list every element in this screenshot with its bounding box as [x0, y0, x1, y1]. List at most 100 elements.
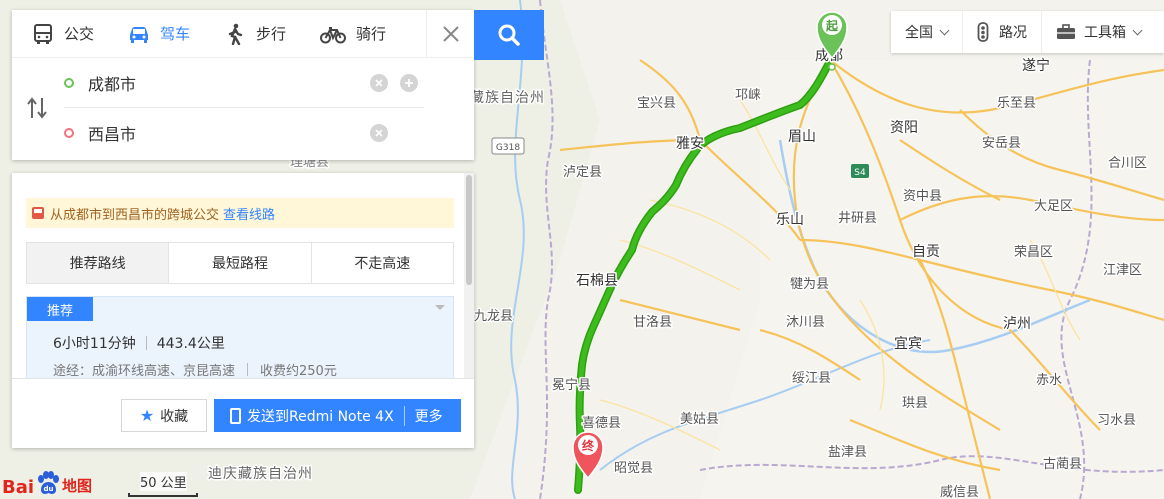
- map-scale: 50 公里: [128, 472, 198, 498]
- traffic-light-icon: [977, 22, 989, 42]
- tab-walk[interactable]: 步行: [204, 10, 300, 58]
- end-input[interactable]: [88, 123, 358, 143]
- more-button[interactable]: 更多: [415, 406, 443, 426]
- end-marker-label: 终: [582, 438, 595, 453]
- start-marker-label: 起: [825, 18, 839, 33]
- map-label-qionglai: 邛崃: [735, 88, 761, 103]
- bike-icon: [320, 26, 347, 43]
- clear-icon: [375, 129, 383, 137]
- add-waypoint-button[interactable]: [400, 73, 418, 92]
- result-scrollbar[interactable]: [464, 173, 474, 378]
- map-label-xide: 喜德县: [582, 416, 621, 431]
- map-label-lezhi: 乐至县: [997, 96, 1036, 111]
- map-label-anyue: 安岳县: [982, 136, 1021, 151]
- region-label: 全国: [905, 25, 933, 41]
- map-label-leshan: 乐山: [776, 212, 804, 228]
- star-icon: ★: [139, 406, 155, 425]
- tab-shortest[interactable]: 最短路程: [169, 243, 312, 283]
- start-dot-icon: [64, 77, 74, 88]
- road-shield-g318: G318: [496, 143, 520, 153]
- map-label-suijiang: 绥江县: [792, 371, 831, 386]
- map-label-weixin: 威信县: [940, 485, 979, 499]
- road-shield-s4: S4: [854, 168, 866, 178]
- map-label-mianning: 冕宁县: [552, 377, 591, 393]
- bus-badge-icon: [32, 207, 44, 219]
- map-label-gongxian: 珙县: [902, 396, 928, 411]
- paw-icon: du: [38, 471, 60, 494]
- map-label-dazu: 大足区: [1034, 199, 1073, 214]
- clear-icon: [375, 78, 383, 87]
- traffic-label: 路况: [999, 25, 1027, 41]
- plan-toll: 收费约250元: [260, 364, 337, 379]
- close-icon: [442, 26, 459, 42]
- favorite-label: 收藏: [160, 408, 189, 425]
- scale-bar: [128, 493, 198, 497]
- map-label-baoxing: 宝兴县: [637, 96, 676, 111]
- baidu-map-logo[interactable]: Bai du 地图: [2, 462, 92, 498]
- bus-icon: [34, 23, 52, 44]
- end-dot-icon: [64, 128, 74, 138]
- plan-via: 途经：成渝环线高速、京昆高速: [53, 364, 236, 379]
- tab-drive-label: 驾车: [160, 25, 191, 43]
- map-label-yibin: 宜宾: [894, 336, 922, 352]
- tab-drive[interactable]: 驾车: [108, 10, 204, 58]
- mode-tabs: 公交 驾车 步行 骑行: [12, 10, 474, 58]
- phone-icon: [230, 407, 241, 424]
- tab-recommended[interactable]: 推荐路线: [27, 243, 170, 283]
- route-preference-tabs: 推荐路线 最短路程 不走高速: [26, 242, 454, 284]
- map-label-ziyang: 资阳: [890, 120, 918, 136]
- start-row: [64, 58, 424, 108]
- clear-start-button[interactable]: [370, 73, 388, 92]
- scale-label: 50 公里: [140, 472, 187, 491]
- map-label-jiangjin: 江津区: [1103, 263, 1142, 278]
- svg-text:du: du: [44, 485, 54, 493]
- tab-bus[interactable]: 公交: [12, 10, 108, 58]
- tab-no-highway[interactable]: 不走高速: [312, 243, 453, 283]
- tab-bike[interactable]: 骑行: [300, 10, 400, 58]
- plus-icon: [405, 78, 413, 87]
- traffic-toggle[interactable]: 路况: [963, 11, 1042, 53]
- map-label-chishui: 赤水: [1036, 373, 1062, 388]
- view-bus-lines-link[interactable]: 查看线路: [223, 204, 275, 223]
- map-label-luding: 泸定县: [563, 165, 602, 180]
- plan-distance: 443.4公里: [156, 336, 225, 352]
- search-button[interactable]: [474, 10, 544, 60]
- map-label-yanjin: 盐津县: [828, 445, 867, 460]
- map-label-shimian: 石棉县: [576, 272, 618, 289]
- map-label-meishan: 眉山: [788, 129, 816, 145]
- swap-icon[interactable]: [26, 96, 48, 120]
- toolbox-menu[interactable]: 工具箱: [1042, 11, 1155, 53]
- route-panel: 公交 驾车 步行 骑行: [12, 10, 474, 160]
- notice-text: 从成都市到西昌市的跨城公交: [50, 207, 220, 223]
- send-to-phone-button[interactable]: 发送到Redmi Note 4X 更多: [214, 399, 461, 432]
- start-input[interactable]: [88, 73, 358, 92]
- route-plan-card[interactable]: 推荐 6小时11分钟 443.4公里 途经：成渝环线高速、京昆高速 收费约250…: [26, 296, 454, 386]
- search-icon: [498, 24, 520, 46]
- map-label-hechuan: 合川区: [1108, 156, 1147, 171]
- map-label-suining: 遂宁: [1022, 57, 1050, 74]
- map-label-jiulong: 九龙县: [474, 309, 513, 324]
- details-separator: [247, 363, 249, 376]
- expand-caret-icon[interactable]: [435, 305, 445, 310]
- region-selector[interactable]: 全国: [891, 11, 963, 53]
- map-label-tibetan-north: 藏族自治州: [470, 90, 545, 106]
- summary-separator: [145, 336, 147, 350]
- recommended-badge: 推荐: [27, 297, 93, 321]
- map-label-ganluo: 甘洛县: [633, 315, 672, 330]
- scrollbar-thumb[interactable]: [466, 175, 472, 285]
- action-bar: ★ 收藏 发送到Redmi Note 4X 更多: [12, 378, 474, 448]
- map-label-rongchang: 荣昌区: [1014, 245, 1053, 260]
- map-label-xishui: 习水县: [1097, 413, 1136, 428]
- tab-bike-label: 骑行: [356, 25, 387, 43]
- chevron-down-icon: [939, 25, 950, 35]
- map-label-zigong: 自贡: [912, 244, 940, 260]
- favorite-button[interactable]: ★ 收藏: [121, 399, 207, 432]
- plan-summary: 6小时11分钟 443.4公里: [53, 333, 225, 353]
- clear-end-button[interactable]: [370, 124, 388, 142]
- intercity-bus-notice: 从成都市到西昌市的跨城公交 查看线路: [26, 198, 454, 228]
- logo-text-ditu: 地图: [62, 477, 93, 495]
- route-inputs: [12, 58, 474, 160]
- map-label-qianwei: 犍为县: [790, 277, 829, 292]
- result-panel: 从成都市到西昌市的跨城公交 查看线路 推荐路线 最短路程 不走高速 推荐 6小时…: [12, 173, 474, 448]
- close-button[interactable]: [426, 10, 474, 58]
